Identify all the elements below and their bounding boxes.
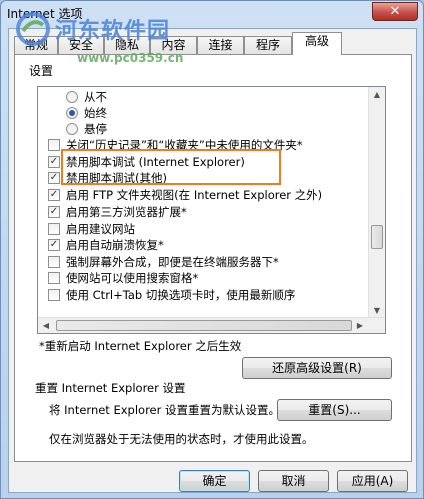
close-button[interactable]: ✕ <box>372 2 418 21</box>
radio-icon[interactable] <box>66 123 78 135</box>
settings-item-label: 强制屏幕外合成，即便是在终端服务器下* <box>66 255 279 269</box>
tab-privacy[interactable]: 隐私 <box>104 36 150 55</box>
advanced-panel: 设置 从不 始终 悬停 关闭“历史记录”和“收藏夹”中未使用的文件夹* ✓ 禁用脚本调试 … <box>14 54 412 462</box>
checkbox-checked-icon[interactable]: ✓ <box>48 156 60 168</box>
settings-item-label: 启用建议网站 <box>66 222 135 236</box>
vertical-scrollbar[interactable]: ▲ ▼ <box>368 87 385 319</box>
horizontal-scroll-thumb[interactable] <box>56 320 352 331</box>
settings-item-label: 悬停 <box>84 122 107 136</box>
tab-advanced[interactable]: 高级 <box>292 32 342 55</box>
scroll-left-icon[interactable]: ◀ <box>38 318 54 333</box>
settings-item-label: 使用 Ctrl+Tab 切换选项卡时，使用最新顺序 <box>66 288 296 302</box>
settings-item-label: 启用第三方浏览器扩展* <box>66 205 187 219</box>
settings-list: 从不 始终 悬停 关闭“历史记录”和“收藏夹”中未使用的文件夹* ✓ 禁用脚本调试 (In… <box>38 87 369 319</box>
reset-description: 将 Internet Explorer 设置重置为默认设置。 <box>49 403 281 417</box>
horizontal-scrollbar[interactable]: ◀ ▶ <box>38 317 385 333</box>
settings-item-label: 启用自动崩溃恢复* <box>66 238 164 252</box>
radio-selected-icon[interactable] <box>66 107 78 119</box>
tab-general[interactable]: 常规 <box>14 36 58 55</box>
vertical-scroll-thumb[interactable] <box>371 225 383 249</box>
dialog-client: 常规 安全 隐私 内容 连接 程序 高级 设置 从不 始终 悬停 关闭“历史记录”和“… <box>8 28 417 493</box>
internet-options-window: Internet 选项 ✕ 常规 安全 隐私 内容 连接 程序 高级 设置 从不… <box>0 0 424 499</box>
settings-listbox[interactable]: 从不 始终 悬停 关闭“历史记录”和“收藏夹”中未使用的文件夹* ✓ 禁用脚本调试 (In… <box>37 86 386 334</box>
checkbox-icon[interactable] <box>48 223 60 235</box>
highlight-box <box>61 149 281 185</box>
settings-item-label: 启用 FTP 文件夹视图(在 Internet Explorer 之外) <box>66 188 323 202</box>
tab-security[interactable]: 安全 <box>58 36 104 55</box>
title-bar[interactable]: Internet 选项 ✕ <box>1 1 423 27</box>
ok-button[interactable]: 确定 <box>179 470 250 492</box>
cancel-button[interactable]: 取消 <box>258 470 329 492</box>
reset-button[interactable]: 重置(S)... <box>277 399 392 421</box>
settings-item-label: 从不 <box>84 90 107 104</box>
close-icon: ✕ <box>389 4 401 19</box>
checkbox-icon[interactable] <box>48 256 60 268</box>
checkbox-icon[interactable] <box>48 272 60 284</box>
tab-programs[interactable]: 程序 <box>244 36 292 55</box>
tab-content[interactable]: 内容 <box>150 36 197 55</box>
settings-group-label: 设置 <box>29 64 54 78</box>
window-title: Internet 选项 <box>7 7 83 21</box>
settings-item-label: 始终 <box>84 106 107 120</box>
checkbox-checked-icon[interactable]: ✓ <box>48 189 60 201</box>
radio-icon[interactable] <box>66 91 78 103</box>
checkbox-icon[interactable] <box>48 289 60 301</box>
tab-connections[interactable]: 连接 <box>197 36 244 55</box>
scroll-up-icon[interactable]: ▲ <box>369 87 385 103</box>
settings-item-label: 使网站可以使用搜索窗格* <box>66 271 199 285</box>
checkbox-icon[interactable] <box>48 139 60 151</box>
reset-heading: 重置 Internet Explorer 设置 <box>35 381 186 395</box>
apply-button[interactable]: 应用(A) <box>337 470 408 492</box>
reset-note: 仅在浏览器处于无法使用的状态时，才使用此设置。 <box>49 432 314 446</box>
checkbox-checked-icon[interactable]: ✓ <box>48 172 60 184</box>
tab-strip: 常规 安全 隐私 内容 连接 程序 高级 <box>9 32 416 55</box>
scroll-right-icon[interactable]: ▶ <box>352 318 368 333</box>
restart-note: *重新启动 Internet Explorer 之后生效 <box>39 339 242 353</box>
checkbox-checked-icon[interactable]: ✓ <box>48 239 60 251</box>
checkbox-checked-icon[interactable]: ✓ <box>48 206 60 218</box>
restore-advanced-button[interactable]: 还原高级设置(R) <box>242 357 392 379</box>
